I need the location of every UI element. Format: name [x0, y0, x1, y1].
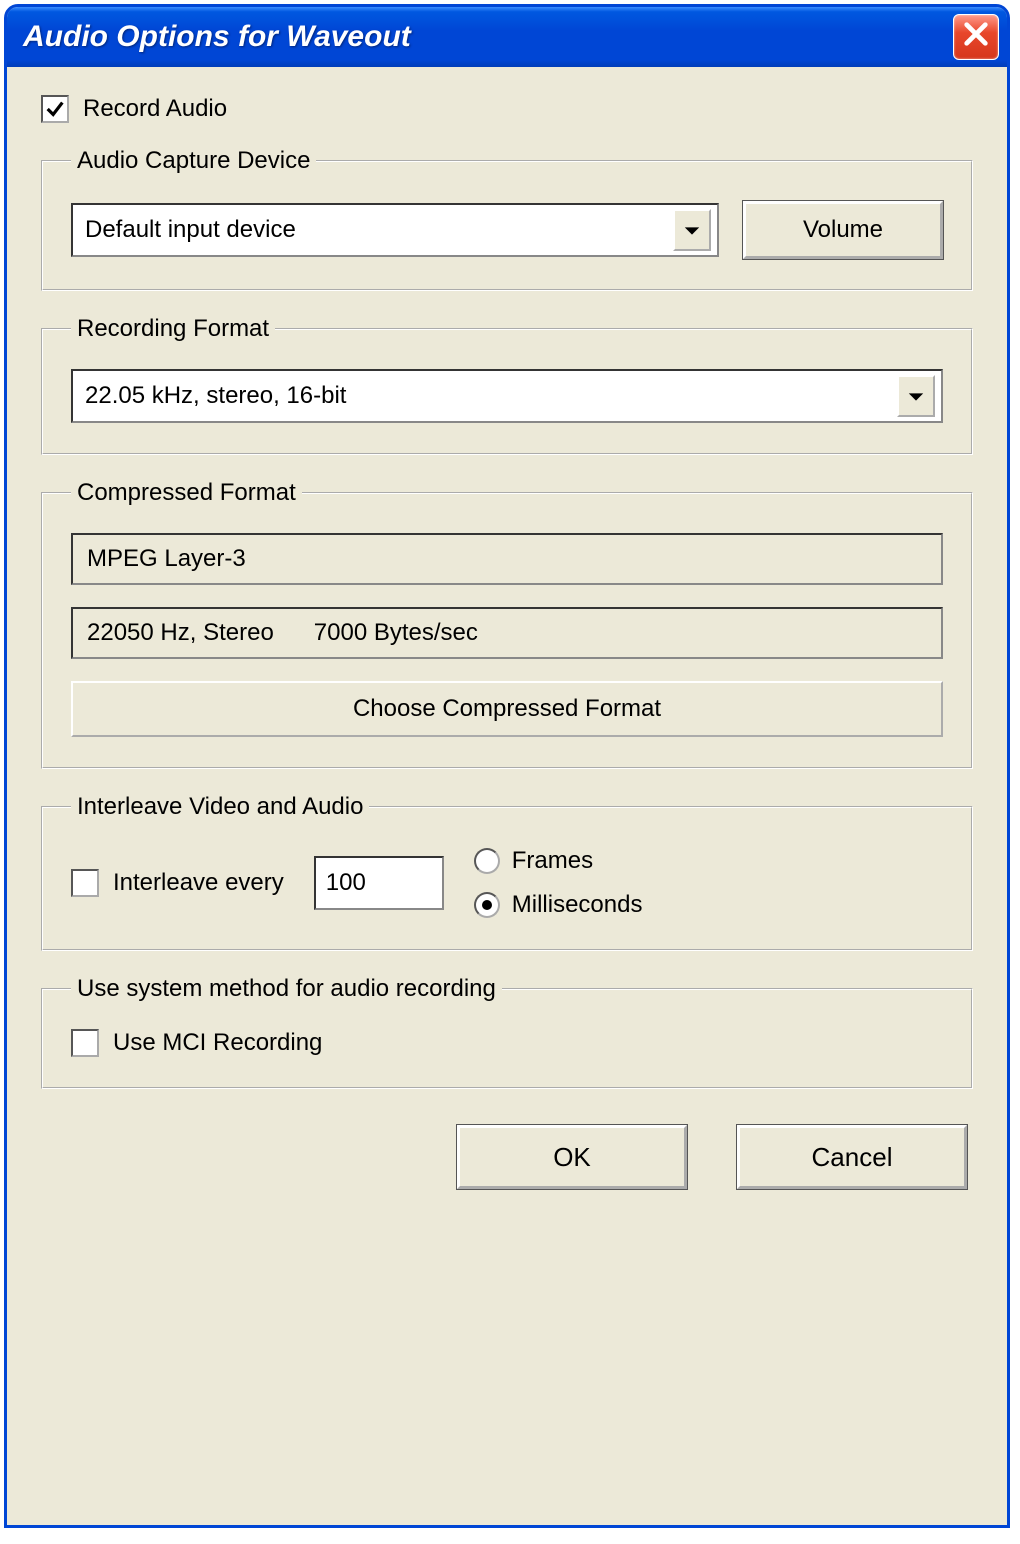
- cancel-button-label: Cancel: [812, 1142, 893, 1173]
- compressed-format-group: Compressed Format MPEG Layer-3 22050 Hz,…: [41, 479, 973, 769]
- interleave-checkbox[interactable]: [71, 869, 99, 897]
- capture-device-selected: Default input device: [85, 216, 296, 244]
- chevron-down-icon: [683, 216, 701, 244]
- interleave-frames-radio[interactable]: [474, 848, 500, 874]
- interleave-checkbox-label: Interleave every: [113, 869, 284, 897]
- interleave-ms-radio[interactable]: [474, 892, 500, 918]
- recording-format-selected: 22.05 kHz, stereo, 16-bit: [85, 382, 346, 410]
- dialog-window: Audio Options for Waveout Record Audio A…: [4, 4, 1010, 1528]
- interleave-legend: Interleave Video and Audio: [71, 793, 369, 821]
- compressed-codec-display: MPEG Layer-3: [71, 533, 943, 585]
- interleave-ms-option[interactable]: Milliseconds: [474, 891, 643, 919]
- dialog-footer: OK Cancel: [41, 1089, 973, 1189]
- interleave-frames-label: Frames: [512, 847, 593, 875]
- mci-recording-checkbox[interactable]: [71, 1029, 99, 1057]
- volume-button-label: Volume: [803, 216, 883, 244]
- ok-button-label: OK: [553, 1142, 591, 1173]
- system-method-group: Use system method for audio recording Us…: [41, 975, 973, 1089]
- volume-button[interactable]: Volume: [743, 201, 943, 259]
- close-icon: [962, 20, 990, 55]
- cancel-button[interactable]: Cancel: [737, 1125, 967, 1189]
- mci-recording-label: Use MCI Recording: [113, 1029, 322, 1057]
- record-audio-row: Record Audio: [41, 95, 973, 123]
- system-method-legend: Use system method for audio recording: [71, 975, 502, 1003]
- recording-format-legend: Recording Format: [71, 315, 275, 343]
- interleave-group: Interleave Video and Audio Interleave ev…: [41, 793, 973, 951]
- recording-format-dropdown-button[interactable]: [897, 375, 935, 417]
- capture-device-combo[interactable]: Default input device: [71, 203, 719, 257]
- record-audio-label: Record Audio: [83, 95, 227, 123]
- record-audio-checkbox[interactable]: [41, 95, 69, 123]
- interleave-frames-option[interactable]: Frames: [474, 847, 643, 875]
- choose-compressed-format-button[interactable]: Choose Compressed Format: [71, 681, 943, 737]
- window-title: Audio Options for Waveout: [23, 20, 411, 54]
- capture-device-group: Audio Capture Device Default input devic…: [41, 147, 973, 291]
- recording-format-combo[interactable]: 22.05 kHz, stereo, 16-bit: [71, 369, 943, 423]
- titlebar: Audio Options for Waveout: [7, 7, 1007, 67]
- recording-format-group: Recording Format 22.05 kHz, stereo, 16-b…: [41, 315, 973, 455]
- close-button[interactable]: [953, 14, 999, 60]
- compressed-detail-display: 22050 Hz, Stereo 7000 Bytes/sec: [71, 607, 943, 659]
- interleave-value-input[interactable]: [314, 856, 444, 910]
- choose-compressed-format-label: Choose Compressed Format: [353, 695, 661, 723]
- ok-button[interactable]: OK: [457, 1125, 687, 1189]
- interleave-unit-radios: Frames Milliseconds: [474, 847, 643, 919]
- compressed-format-legend: Compressed Format: [71, 479, 302, 507]
- capture-device-legend: Audio Capture Device: [71, 147, 316, 175]
- capture-device-dropdown-button[interactable]: [673, 209, 711, 251]
- interleave-ms-label: Milliseconds: [512, 891, 643, 919]
- chevron-down-icon: [907, 382, 925, 410]
- client-area: Record Audio Audio Capture Device Defaul…: [7, 67, 1007, 1217]
